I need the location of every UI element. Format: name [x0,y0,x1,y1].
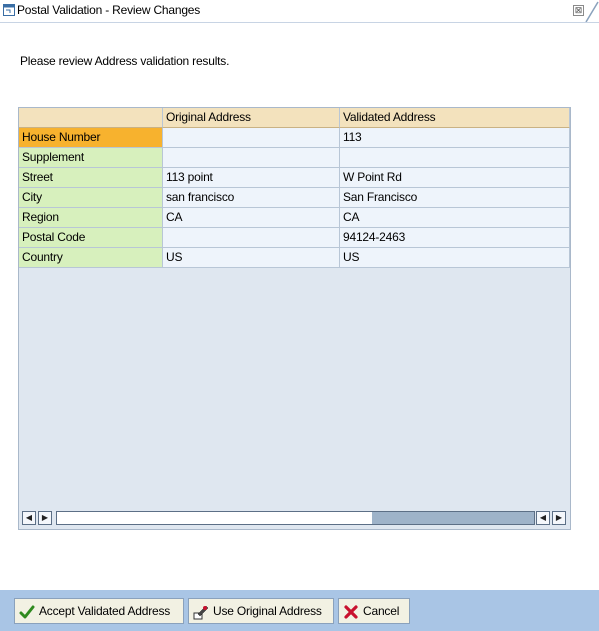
window-icon [3,4,15,16]
original-country[interactable]: US [163,248,340,268]
row-label-house-number[interactable]: House Number [19,128,163,148]
table-row: Street 113 point W Point Rd [19,168,570,188]
original-house-number[interactable] [163,128,340,148]
validated-postal-code[interactable]: 94124-2463 [340,228,570,248]
original-region[interactable]: CA [163,208,340,228]
original-city[interactable]: san francisco [163,188,340,208]
table-row: City san francisco San Francisco [19,188,570,208]
original-postal-code[interactable] [163,228,340,248]
table-row: Country US US [19,248,570,268]
cancel-button[interactable]: Cancel [338,598,410,624]
table-header-row: Original Address Validated Address [19,108,570,128]
title-bar: Postal Validation - Review Changes ⊠ [0,0,599,23]
original-supplement[interactable] [163,148,340,168]
address-validation-table: Original Address Validated Address House… [18,107,571,530]
horizontal-scrollbar[interactable]: ◀ ▶ ◀ ▶ [19,509,570,529]
row-label-city[interactable]: City [19,188,163,208]
row-label-country[interactable]: Country [19,248,163,268]
button-bar: Accept Validated Address Use Original Ad… [0,590,599,631]
header-corner [19,108,163,128]
close-button[interactable]: ⊠ [573,5,584,16]
cancel-button-label: Cancel [363,604,400,618]
cancel-x-icon [344,605,358,619]
title-corner-decoration [585,1,599,22]
accept-button-label: Accept Validated Address [39,604,171,618]
row-label-street[interactable]: Street [19,168,163,188]
validated-supplement[interactable] [340,148,570,168]
scroll-thumb[interactable] [372,512,534,524]
row-label-region[interactable]: Region [19,208,163,228]
scroll-right-button-end[interactable]: ▶ [552,511,566,525]
checkmark-icon [19,605,35,619]
table-row: Region CA CA [19,208,570,228]
row-label-postal-code[interactable]: Postal Code [19,228,163,248]
row-label-supplement[interactable]: Supplement [19,148,163,168]
scroll-left-button[interactable]: ◀ [22,511,36,525]
scroll-track[interactable] [56,511,535,525]
header-original-address[interactable]: Original Address [163,108,340,128]
table-row: Postal Code 94124-2463 [19,228,570,248]
table-row: Supplement [19,148,570,168]
scroll-left-button-end[interactable]: ◀ [536,511,550,525]
validated-country[interactable]: US [340,248,570,268]
edit-address-icon [193,605,209,620]
table-row: House Number 113 [19,128,570,148]
use-original-address-button[interactable]: Use Original Address [188,598,334,624]
validated-street[interactable]: W Point Rd [340,168,570,188]
instruction-text: Please review Address validation results… [20,54,230,68]
validated-region[interactable]: CA [340,208,570,228]
original-street[interactable]: 113 point [163,168,340,188]
header-validated-address[interactable]: Validated Address [340,108,570,128]
scroll-right-button[interactable]: ▶ [38,511,52,525]
accept-validated-address-button[interactable]: Accept Validated Address [14,598,184,624]
validated-house-number[interactable]: 113 [340,128,570,148]
original-button-label: Use Original Address [213,604,322,618]
window-title: Postal Validation - Review Changes [17,3,201,17]
validated-city[interactable]: San Francisco [340,188,570,208]
